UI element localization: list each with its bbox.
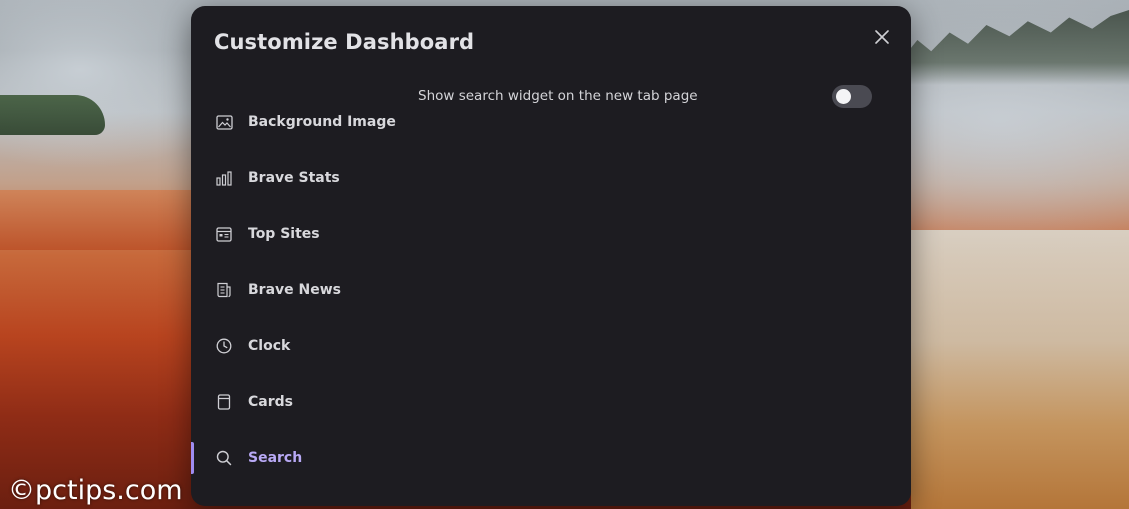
close-button[interactable] <box>871 26 893 48</box>
nav-item-top-sites[interactable]: Top Sites <box>191 206 411 262</box>
nav-item-label: Search <box>248 450 303 466</box>
news-icon <box>215 281 233 299</box>
nav-item-label: Brave Stats <box>248 170 340 186</box>
search-icon <box>215 449 233 467</box>
background-terrain-right <box>911 230 1129 509</box>
cards-icon <box>215 393 233 411</box>
nav-item-background-image[interactable]: Background Image <box>191 94 411 150</box>
customize-dashboard-modal: Customize Dashboard Background Image Bra… <box>191 6 911 506</box>
modal-title: Customize Dashboard <box>214 30 475 54</box>
close-icon <box>875 30 889 44</box>
background-terrain-left <box>0 190 191 250</box>
nav-item-brave-stats[interactable]: Brave Stats <box>191 150 411 206</box>
nav-item-label: Background Image <box>248 114 396 130</box>
search-widget-setting: Show search widget on the new tab page <box>418 84 872 108</box>
watermark: ©pctips.com <box>8 475 183 506</box>
clock-icon <box>215 337 233 355</box>
nav-item-brave-news[interactable]: Brave News <box>191 262 411 318</box>
image-icon <box>215 113 233 131</box>
search-widget-label: Show search widget on the new tab page <box>418 88 698 104</box>
bar-chart-icon <box>215 169 233 187</box>
nav-item-label: Clock <box>248 338 291 354</box>
nav-item-clock[interactable]: Clock <box>191 318 411 374</box>
background-forest <box>899 10 1129 85</box>
background-hill <box>0 95 105 135</box>
nav-item-label: Top Sites <box>248 226 320 242</box>
toggle-knob <box>836 88 851 104</box>
top-sites-icon <box>215 225 233 243</box>
search-widget-toggle[interactable] <box>832 84 872 108</box>
nav-item-label: Cards <box>248 394 293 410</box>
nav-item-label: Brave News <box>248 282 341 298</box>
settings-nav: Background Image Brave Stats Top Sites B… <box>191 94 411 486</box>
nav-item-cards[interactable]: Cards <box>191 374 411 430</box>
nav-item-search[interactable]: Search <box>191 430 411 486</box>
